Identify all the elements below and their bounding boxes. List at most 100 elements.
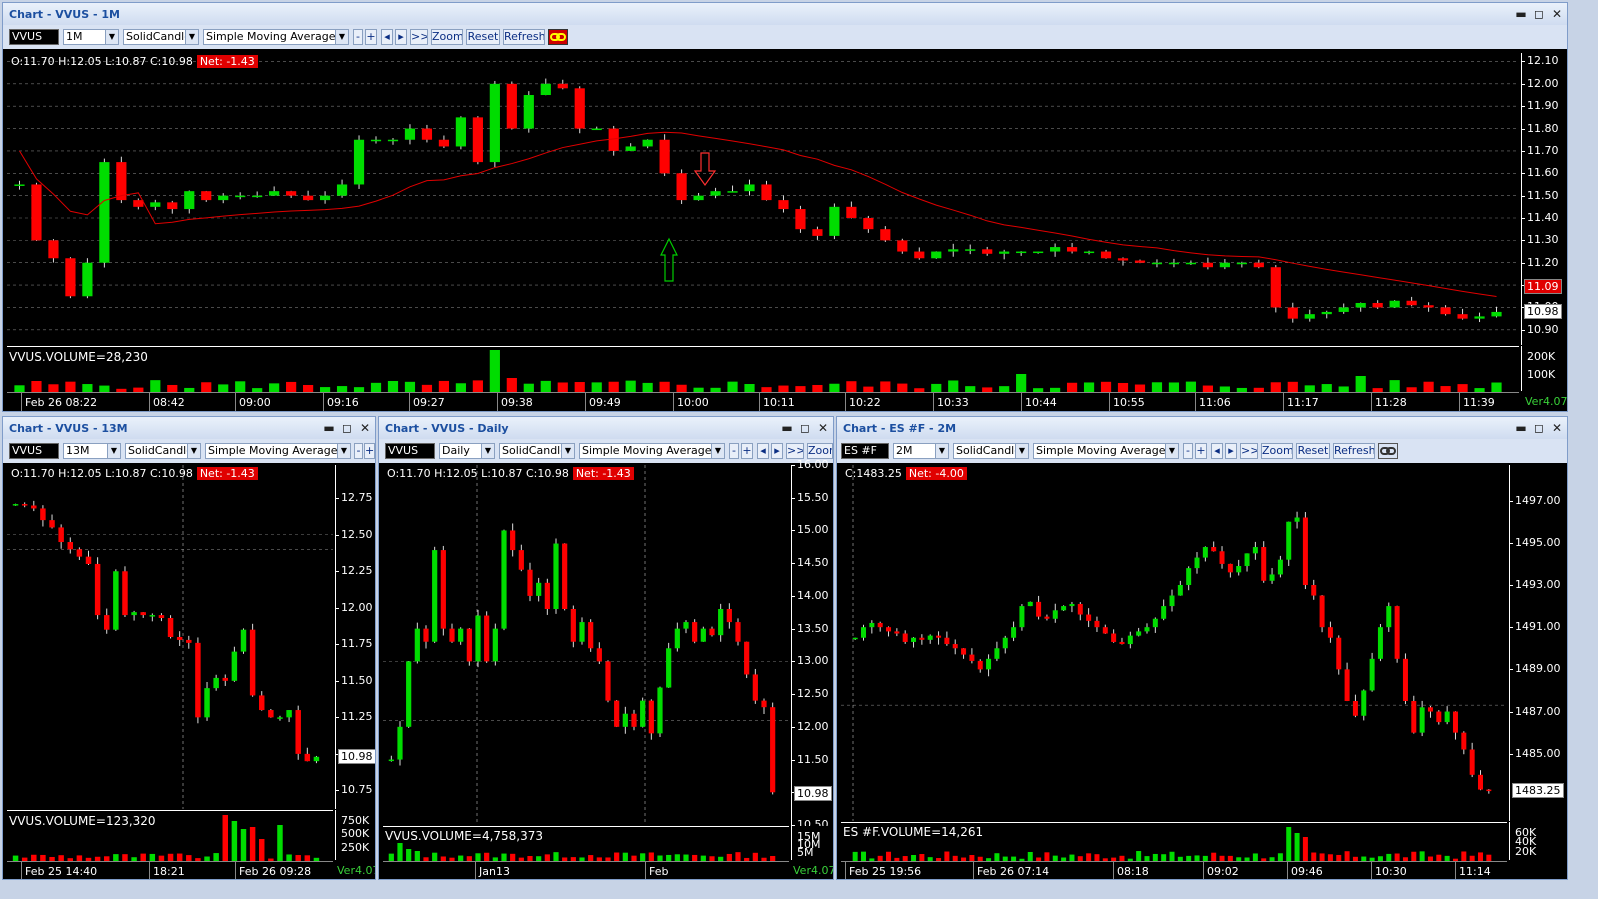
candle-body: [12, 504, 19, 506]
plus-button[interactable]: +: [365, 29, 377, 45]
reset-button[interactable]: Reset: [1296, 443, 1330, 459]
symbol-input[interactable]: VVUS: [9, 443, 59, 459]
candle-body: [304, 753, 311, 762]
daily-price-plot[interactable]: O:11.70 H:12.05 L:10.87 C:10.98 Net: -1.4…: [383, 465, 789, 825]
volume-bar: [1161, 854, 1167, 861]
time-axis-label: 09:02: [1207, 865, 1239, 878]
minimize-icon[interactable]: ▬: [1513, 6, 1529, 22]
minimize-icon[interactable]: ▬: [1513, 420, 1529, 436]
end-button[interactable]: >>|: [786, 443, 804, 459]
refresh-button[interactable]: Refresh: [1333, 443, 1375, 459]
daily-titlebar[interactable]: Chart - VVUS - Daily ▬ ◻ ✕: [379, 417, 833, 439]
maximize-icon[interactable]: ◻: [797, 420, 813, 436]
style-select[interactable]: SolidCandle ▼: [499, 443, 575, 459]
plus-button[interactable]: +: [364, 443, 375, 459]
candle-body: [562, 543, 568, 609]
prev-button[interactable]: ◂: [1211, 443, 1223, 459]
candle-body: [1486, 789, 1492, 792]
candle-body: [167, 618, 174, 637]
link-icon[interactable]: [1378, 443, 1398, 459]
es-price-plot[interactable]: C:1483.25 Net: -4.00: [841, 465, 1507, 821]
plus-button[interactable]: +: [741, 443, 753, 459]
close-icon[interactable]: ✕: [1549, 420, 1565, 436]
price-axis-tick: 13.50: [797, 621, 829, 635]
style-select[interactable]: SolidCandle ▼: [125, 443, 201, 459]
price-axis-tick: 1489.00: [1515, 662, 1561, 676]
time-axis-label: 08:18: [1117, 865, 1149, 878]
symbol-input[interactable]: VVUS: [9, 29, 59, 45]
close-icon[interactable]: ✕: [1549, 6, 1565, 22]
indicator-select[interactable]: Simple Moving Average ▼: [1033, 443, 1179, 459]
minus-button[interactable]: -: [353, 29, 363, 45]
link-icon[interactable]: [548, 29, 568, 45]
symbol-input[interactable]: VVUS: [385, 443, 435, 459]
time-axis-label: 10:30: [1375, 865, 1407, 878]
next-button[interactable]: ▸: [1225, 443, 1237, 459]
price-axis-tick: 1493.00: [1515, 578, 1561, 591]
candle-body: [31, 505, 37, 509]
candle-body: [432, 550, 438, 642]
maximize-icon[interactable]: ◻: [339, 420, 355, 436]
minus-button[interactable]: -: [1183, 443, 1193, 459]
indicator-select[interactable]: Simple Moving Average ▼: [203, 29, 349, 45]
candle-body: [336, 184, 348, 196]
indicator-select[interactable]: Simple Moving Average ▼: [579, 443, 725, 459]
volume-bar: [886, 851, 892, 861]
volume-bar: [1016, 374, 1027, 392]
candle-body: [1202, 547, 1208, 558]
candle-body: [605, 661, 611, 701]
time-axis-label: 10:33: [937, 396, 969, 409]
main-price-axis[interactable]: 12.10 12.00 11.90 11.80 11.70 11.60 11.50 11.40…: [1521, 53, 1567, 345]
w13-price-plot[interactable]: O:11.70 H:12.05 L:10.87 C:10.98 Net: -1.4…: [7, 465, 333, 809]
zoom-button[interactable]: Zoom: [431, 29, 463, 45]
close-icon[interactable]: ✕: [357, 420, 373, 436]
w13-titlebar[interactable]: Chart - VVUS - 13M ▬ ◻ ✕: [3, 417, 375, 439]
indicator-select[interactable]: Simple Moving Average ▼: [205, 443, 351, 459]
zoom-button[interactable]: Zoom: [807, 443, 833, 459]
price-label: 10.98: [794, 785, 832, 801]
candle-body: [388, 759, 394, 762]
end-button[interactable]: >>|: [1240, 443, 1258, 459]
close-icon[interactable]: ✕: [815, 420, 831, 436]
time-axis-label: Feb: [649, 865, 669, 878]
time-axis-separator: [1459, 393, 1460, 411]
minus-button[interactable]: -: [729, 443, 739, 459]
volume-bar: [523, 383, 534, 392]
interval-select[interactable]: Daily ▼: [439, 443, 495, 459]
next-button[interactable]: ▸: [771, 443, 783, 459]
es-price-axis[interactable]: 1497.00 1495.00 1493.00 1491.00 1489.00 1487.…: [1509, 465, 1567, 821]
candle-body: [674, 628, 680, 649]
volume-bar: [1100, 381, 1112, 392]
end-button[interactable]: >>|: [410, 29, 428, 45]
es-titlebar[interactable]: Chart - ES #F - 2M ▬ ◻ ✕: [837, 417, 1567, 439]
volume-bar: [727, 381, 738, 392]
interval-select[interactable]: 1M ▼: [63, 29, 119, 45]
style-select[interactable]: SolidCandle ▼: [953, 443, 1029, 459]
interval-select[interactable]: 2M ▼: [893, 443, 949, 459]
price-axis-tick: 11.50: [341, 673, 373, 687]
style-select[interactable]: SolidCandle ▼: [123, 29, 199, 45]
main-price-plot[interactable]: O:11.70 H:12.05 L:10.87 C:10.98 Net: -1.4…: [7, 53, 1519, 345]
prev-button[interactable]: ◂: [757, 443, 769, 459]
maximize-icon[interactable]: ◻: [1531, 420, 1547, 436]
volume-bar: [625, 380, 636, 392]
refresh-button[interactable]: Refresh: [503, 29, 545, 45]
volume-bar: [167, 853, 174, 861]
candle-body: [709, 628, 715, 636]
symbol-input[interactable]: ES #F: [841, 443, 889, 459]
minimize-icon[interactable]: ▬: [779, 420, 795, 436]
candle-body: [770, 707, 776, 793]
daily-price-axis[interactable]: 16.00 15.50 15.00 14.50 14.00 13.50 13.00 12.50…: [791, 458, 833, 831]
minimize-icon[interactable]: ▬: [321, 420, 337, 436]
plus-button[interactable]: +: [1195, 443, 1207, 459]
volume-bar: [752, 852, 758, 861]
prev-button[interactable]: ◂: [381, 29, 393, 45]
zoom-button[interactable]: Zoom: [1261, 443, 1293, 459]
maximize-icon[interactable]: ◻: [1531, 6, 1547, 22]
minus-button[interactable]: -: [354, 443, 363, 459]
next-button[interactable]: ▸: [395, 29, 407, 45]
main-titlebar[interactable]: Chart - VVUS - 1M ▬ ◻ ✕: [3, 3, 1567, 25]
interval-select[interactable]: 13M ▼: [63, 443, 121, 459]
reset-button[interactable]: Reset: [466, 29, 500, 45]
w13-price-axis[interactable]: 12.7512.5012.2512.0011.7511.5011.2511.00…: [335, 465, 375, 809]
